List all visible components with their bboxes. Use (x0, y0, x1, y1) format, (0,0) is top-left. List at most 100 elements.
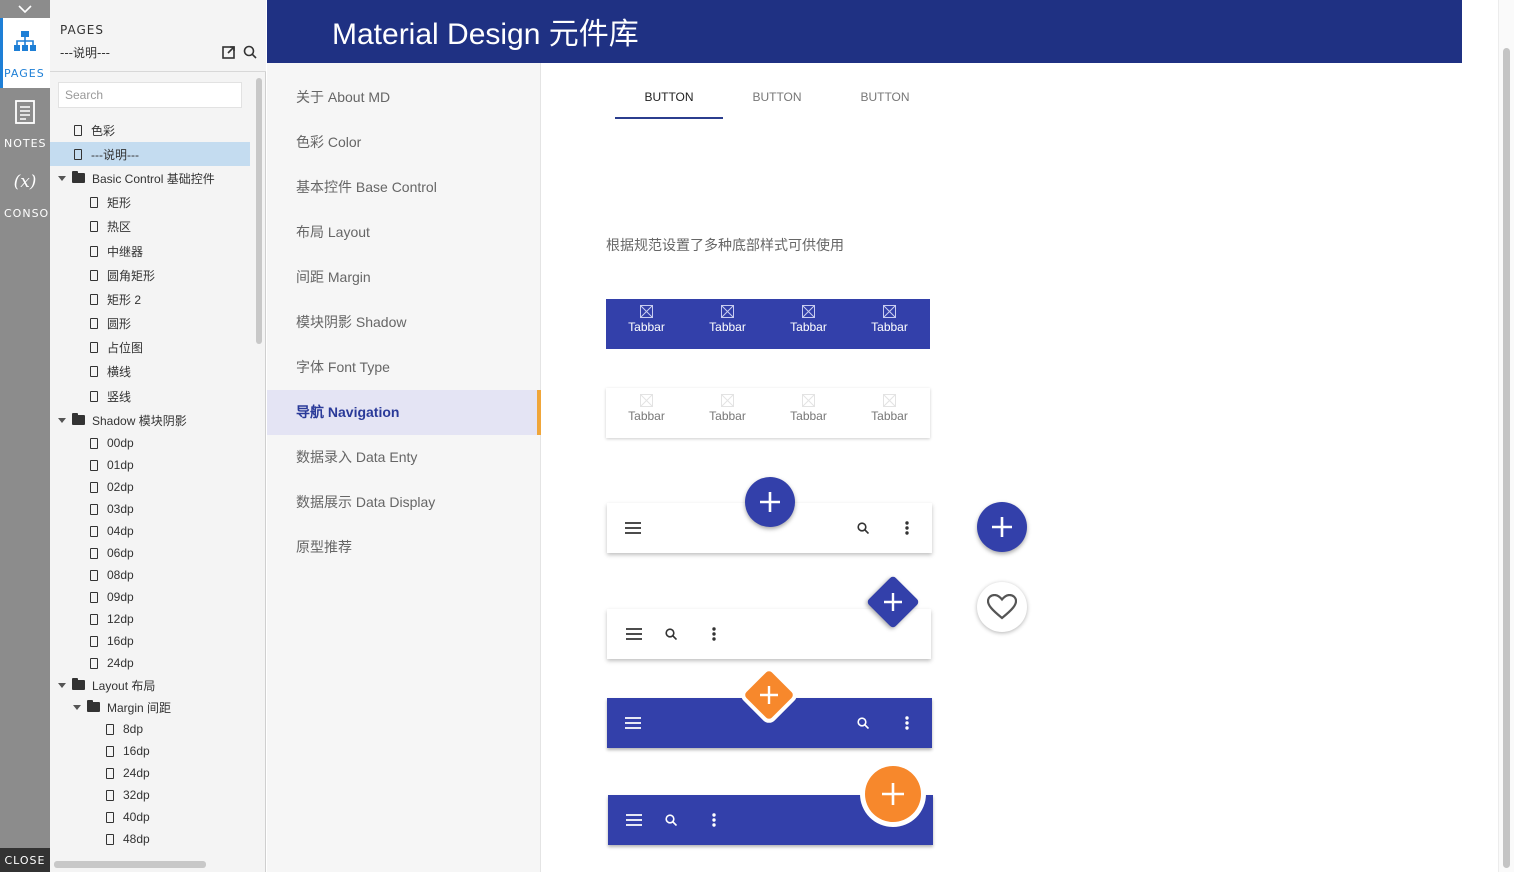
tree-node-label: 圆形 (107, 317, 132, 332)
tab-button-3[interactable]: BUTTON (831, 81, 939, 119)
fab-favorite-button[interactable] (977, 582, 1027, 632)
tree-page[interactable]: 16dp (50, 630, 250, 652)
rail-tab-notes[interactable]: NOTES (0, 88, 50, 158)
tree-page[interactable]: 01dp (50, 454, 250, 476)
search-icon[interactable] (659, 609, 683, 659)
tree-page[interactable]: 00dp (50, 432, 250, 454)
tree-page[interactable]: 竖线 (50, 384, 250, 408)
tree-page[interactable]: 横线 (50, 360, 250, 384)
tabbar-item[interactable]: Tabbar (849, 388, 930, 438)
nav-item[interactable]: 色彩 Color (267, 120, 541, 165)
page-icon (90, 269, 98, 281)
tree-page[interactable]: 圆角矩形 (50, 263, 250, 287)
more-vert-icon[interactable] (702, 609, 726, 659)
more-vert-icon[interactable] (895, 698, 919, 748)
tree-page[interactable]: 16dp (50, 740, 250, 762)
tree-page[interactable]: 03dp (50, 498, 250, 520)
menu-icon[interactable] (622, 795, 646, 845)
tree-page[interactable]: 06dp (50, 542, 250, 564)
tree-page[interactable]: 矩形 (50, 191, 250, 215)
open-external-icon[interactable] (222, 45, 236, 59)
tree-page[interactable]: 12dp (50, 608, 250, 630)
close-button[interactable]: CLOSE (0, 848, 50, 872)
tree-page[interactable]: 24dp (50, 652, 250, 674)
nav-item[interactable]: 数据展示 Data Display (267, 480, 541, 525)
tree-folder[interactable]: Basic Control 基础控件 (50, 166, 250, 190)
tree-vertical-scrollbar[interactable] (256, 78, 262, 344)
tabbar-item[interactable]: Tabbar (606, 388, 687, 438)
more-vert-icon[interactable] (895, 503, 919, 553)
tree-horizontal-scrollbar[interactable] (54, 861, 206, 868)
caret-down-icon[interactable] (58, 415, 68, 425)
nav-item[interactable]: 基本控件 Base Control (267, 165, 541, 210)
tabbar-item[interactable]: Tabbar (768, 388, 849, 438)
tree-page[interactable]: 中继器 (50, 239, 250, 263)
tabbar-item[interactable]: Tabbar (687, 388, 768, 438)
tabbar-item[interactable]: Tabbar (768, 299, 849, 349)
tree-page[interactable]: 占位图 (50, 336, 250, 360)
tree-page[interactable]: 08dp (50, 564, 250, 586)
fab-add-button[interactable] (745, 477, 795, 527)
tree-folder[interactable]: Layout 布局 (50, 674, 250, 696)
page-icon (106, 745, 114, 757)
nav-item[interactable]: 数据录入 Data Enty (267, 435, 541, 480)
rail-tab-pages[interactable]: PAGES (0, 18, 50, 88)
tree-page[interactable]: 热区 (50, 215, 250, 239)
tree-page[interactable]: 24dp (50, 762, 250, 784)
nav-item[interactable]: 导航 Navigation (267, 390, 541, 435)
variable-icon: (x) (13, 172, 37, 192)
tabbar-item[interactable]: Tabbar (687, 299, 768, 349)
sitemap-icon (14, 31, 36, 51)
menu-icon[interactable] (621, 698, 645, 748)
tabbar-item[interactable]: Tabbar (849, 299, 930, 349)
tree-page[interactable]: 40dp (50, 806, 250, 828)
tree-page[interactable]: 8dp (50, 718, 250, 740)
tab-button-1[interactable]: BUTTON (615, 81, 723, 119)
caret-down-icon[interactable] (73, 702, 83, 712)
tree-folder[interactable]: Margin 间距 (50, 696, 250, 718)
tree-page[interactable]: 02dp (50, 476, 250, 498)
more-vert-icon[interactable] (702, 795, 726, 845)
tree-page[interactable]: 04dp (50, 520, 250, 542)
pages-search-input[interactable] (58, 82, 242, 108)
tab-button-2[interactable]: BUTTON (723, 81, 831, 119)
image-placeholder-icon (883, 305, 896, 318)
tree-page[interactable]: 32dp (50, 784, 250, 806)
page-locate-icon[interactable] (243, 45, 257, 59)
tree-node-label: 矩形 (107, 196, 132, 211)
menu-icon[interactable] (621, 503, 645, 553)
tree-page[interactable]: ---说明--- (50, 142, 250, 167)
nav-item[interactable]: 布局 Layout (267, 210, 541, 255)
tree-page[interactable]: 09dp (50, 586, 250, 608)
tabbar-item-label: Tabbar (628, 320, 665, 334)
menu-icon[interactable] (622, 609, 646, 659)
page-scrollbar-thumb[interactable] (1503, 48, 1510, 868)
tree-folder[interactable]: Shadow 模块阴影 (50, 408, 250, 432)
heart-icon (987, 594, 1017, 620)
tree-page[interactable]: 圆形 (50, 312, 250, 336)
fab-orange-add-button[interactable] (865, 766, 921, 822)
nav-item[interactable]: 字体 Font Type (267, 345, 541, 390)
caret-down-icon[interactable] (58, 680, 68, 690)
plus-icon (760, 686, 778, 704)
tabbar-item-label: Tabbar (709, 320, 746, 334)
tabbar-item[interactable]: Tabbar (606, 299, 687, 349)
tree-page[interactable]: 色彩 (50, 118, 250, 142)
nav-item[interactable]: 间距 Margin (267, 255, 541, 300)
plus-icon (992, 517, 1012, 537)
nav-item[interactable]: 原型推荐 (267, 525, 541, 570)
tabbar-item-label: Tabbar (628, 409, 665, 423)
search-icon[interactable] (851, 698, 875, 748)
tree-page[interactable]: 矩形 2 (50, 287, 250, 311)
pages-panel: PAGES ---说明--- 色彩 ---说明--- Basic Control 基… (50, 0, 266, 872)
tree-node-label: 02dp (107, 480, 134, 495)
fab-standalone-button[interactable] (977, 502, 1027, 552)
collapse-chevron-icon[interactable] (0, 0, 50, 18)
tree-page[interactable]: 48dp (50, 828, 250, 850)
rail-tab-console[interactable]: (x) CONSOLE (0, 158, 63, 228)
search-icon[interactable] (851, 503, 875, 553)
nav-item[interactable]: 关于 About MD (267, 75, 541, 120)
search-icon[interactable] (659, 795, 683, 845)
nav-item[interactable]: 模块阴影 Shadow (267, 300, 541, 345)
caret-down-icon[interactable] (58, 173, 68, 183)
